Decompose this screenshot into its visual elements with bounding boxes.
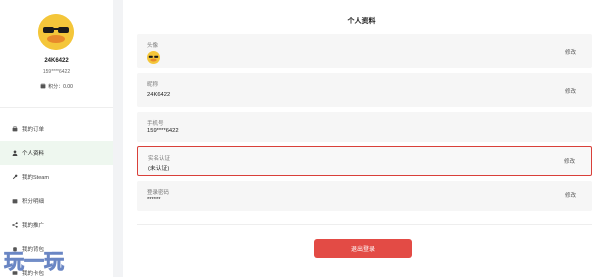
wrench-icon [12,174,18,180]
coins-icon [40,83,46,89]
edit-verification-button[interactable]: 修改 [564,157,575,165]
field-label: 登录密码 [147,190,170,196]
sidebar-item-profile[interactable]: 个人资料 [0,141,113,165]
edit-password-button[interactable]: 修改 [565,191,576,199]
sidebar-item-points[interactable]: 积分明细 [0,189,113,213]
sidebar: 24K6422 159****6422 积分：0.00 我的订单 个人资料 我的… [0,0,113,277]
bag-icon [12,126,18,132]
username: 24K6422 [44,58,69,64]
watermark-logo: 玩一玩 [2,247,98,274]
points-label: 积分： [48,84,64,90]
coins-icon [12,199,18,204]
sidebar-item-promotion[interactable]: 我的推广 [0,213,113,237]
field-label: 实名认证 [148,156,171,162]
avatar[interactable] [38,14,74,50]
realname-verification-field: 实名认证 (未认证) 修改 [137,146,592,176]
nickname-field: 昵称 24K6422 修改 [137,73,592,107]
watermark-icon: 玩一玩 [4,249,65,274]
page-title: 个人资料 [347,18,376,25]
points-summary: 积分：0.00 [0,83,113,90]
sidebar-item-label: 我的推广 [22,223,45,229]
password-masked: ****** [147,197,161,203]
field-label: 头像 [147,43,159,49]
user-phone: 159****6422 [42,69,71,75]
profile-card: 24K6422 159****6422 积分：0.00 [0,0,113,108]
share-icon [12,222,18,228]
watermark-text: 玩一玩 [4,249,64,273]
points-value: 0.00 [63,84,73,90]
duck-avatar-icon [38,14,74,50]
nickname-value: 24K6422 [147,92,171,98]
field-label: 手机号 [147,121,164,127]
avatar-thumbnail-icon [147,51,160,64]
profile-panel: 个人资料 头像 修改 昵称 24K6422 修改 手机号 159****6422… [123,0,600,277]
password-field: 登录密码 ****** 修改 [137,181,592,211]
sidebar-item-orders[interactable]: 我的订单 [0,117,113,141]
sidebar-item-label: 我的订单 [22,127,45,133]
sidebar-item-label: 个人资料 [22,151,45,157]
edit-nickname-button[interactable]: 修改 [565,87,576,95]
sidebar-item-label: 积分明细 [22,199,45,205]
sidebar-item-label: 我的Steam [22,175,49,181]
user-icon [12,150,18,156]
verification-status: (未认证) [148,166,170,172]
phone-value: 159****6422 [147,128,179,134]
field-label: 昵称 [147,82,159,88]
sidebar-item-steam[interactable]: 我的Steam [0,165,113,189]
phone-field: 手机号 159****6422 [137,112,592,142]
avatar-field: 头像 修改 [137,34,592,68]
divider [137,224,592,225]
edit-avatar-button[interactable]: 修改 [565,48,576,56]
logout-button[interactable]: 退出登录 [314,239,412,258]
